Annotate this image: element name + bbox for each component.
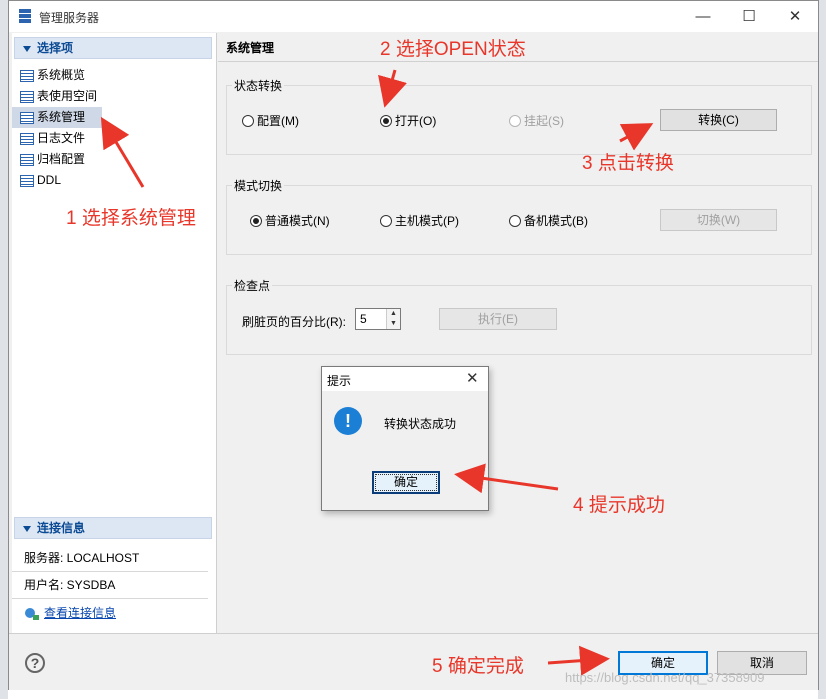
sidebar-item-label: 系统管理 [37,110,86,124]
flush-percent-label: 刷脏页的百分比(R): [242,315,346,329]
minimize-button[interactable]: — [680,1,726,32]
radio-suspend: 挂起(S) [509,112,564,129]
server-icon [19,9,31,23]
dialog-close-icon[interactable]: ✕ [466,369,479,387]
annotation-step2: 2 选择OPEN状态 [380,39,526,60]
group-label: 检查点 [232,277,273,294]
user-info: 用户名: SYSDBA [12,572,208,599]
list-icon [20,132,34,145]
sidebar-item-label: 表使用空间 [37,89,98,103]
radio-standby-mode[interactable]: 备机模式(B) [509,212,588,229]
spinner-value: 5 [360,312,367,326]
window-title: 管理服务器 [39,11,100,25]
radio-label: 挂起(S) [524,114,564,128]
view-connection-link[interactable]: 查看连接信息 [12,599,216,627]
list-icon [20,174,34,187]
radio-label: 主机模式(P) [395,214,459,228]
view-connection-link-label[interactable]: 查看连接信息 [44,606,116,620]
sidebar-item-table-space[interactable]: 表使用空间 [12,86,216,107]
dialog-message: 转换状态成功 [384,417,457,431]
radio-label: 备机模式(B) [524,214,588,228]
dialog-title-bar: 提示 ✕ [322,367,488,391]
section-title: 连接信息 [37,521,86,535]
convert-button[interactable]: 转换(C) [660,109,777,131]
radio-primary-mode[interactable]: 主机模式(P) [380,212,459,229]
group-label: 模式切换 [232,177,285,194]
switch-button: 切换(W) [660,209,777,231]
page-title: 系统管理 [226,41,275,55]
annotation-step4: 4 提示成功 [573,495,665,516]
annotation-step1: 1 选择系统管理 [66,208,196,229]
close-button[interactable]: ✕ [772,1,818,32]
flush-percent-spinner[interactable]: 5 ▲ ▼ [355,308,401,330]
help-icon[interactable]: ? [25,653,45,673]
radio-circle-icon [242,115,254,127]
radio-circle-icon [250,215,262,227]
background-right-edge [818,0,826,699]
radio-circle-icon [509,115,521,127]
server-info: 服务器: LOCALHOST [12,545,208,572]
sidebar-item-label: DDL [37,173,62,187]
sidebar-item-ddl[interactable]: DDL [12,170,216,191]
right-pane: 系统管理 状态转换 配置(M) 打开(O) 挂起(S) 转换(C) 模式切换 普… [218,33,818,633]
divider [218,61,818,62]
dialog-title: 提示 [327,374,352,388]
list-icon [20,111,34,124]
radio-circle-icon [380,215,392,227]
spin-down-icon[interactable]: ▼ [386,319,400,329]
radio-circle-icon [380,115,392,127]
annotation-step3: 3 点击转换 [582,153,674,174]
message-dialog: 提示 ✕ ! 转换状态成功 确定 [321,366,489,511]
radio-normal-mode[interactable]: 普通模式(N) [250,212,330,229]
sidebar-item-log-files[interactable]: 日志文件 [12,128,216,149]
connection-icon [25,607,39,620]
spin-up-icon[interactable]: ▲ [386,309,400,319]
left-pane: 选择项 系统概览 表使用空间 系统管理 日志文件 归档配置 DDL 连接信息 服… [12,33,217,633]
sidebar-item-label: 归档配置 [37,152,86,166]
sidebar-item-label: 系统概览 [37,68,86,82]
watermark: https://blog.csdn.net/qq_37358909 [565,670,765,685]
radio-label: 普通模式(N) [265,214,330,228]
title-bar: 管理服务器 — ☐ ✕ [9,1,818,32]
manage-server-window: 管理服务器 — ☐ ✕ 选择项 系统概览 表使用空间 系统管理 日志文件 归档配… [8,0,819,690]
sidebar-item-label: 日志文件 [37,131,86,145]
list-icon [20,153,34,166]
connection-info-panel: 连接信息 服务器: LOCALHOST 用户名: SYSDBA 查看连接信息 [12,517,216,627]
maximize-button[interactable]: ☐ [726,1,772,32]
sidebar-item-system-management[interactable]: 系统管理 [12,107,102,128]
list-icon [20,69,34,82]
sidebar-item-overview[interactable]: 系统概览 [12,65,216,86]
section-header-connection[interactable]: 连接信息 [14,517,212,539]
background-left-edge [0,0,8,699]
collapse-triangle-icon [23,525,31,532]
radio-open[interactable]: 打开(O) [380,112,436,129]
collapse-triangle-icon [23,45,31,52]
radio-config[interactable]: 配置(M) [242,112,299,129]
annotation-step5: 5 确定完成 [432,656,524,677]
radio-label: 配置(M) [257,114,299,128]
info-icon: ! [334,407,362,435]
list-icon [20,90,34,103]
section-title: 选择项 [37,41,74,55]
radio-label: 打开(O) [395,114,437,128]
execute-button: 执行(E) [439,308,557,330]
dialog-ok-button[interactable]: 确定 [372,471,440,494]
section-header-options[interactable]: 选择项 [14,37,212,59]
group-label: 状态转换 [232,77,285,94]
sidebar-item-archive-config[interactable]: 归档配置 [12,149,216,170]
radio-circle-icon [509,215,521,227]
